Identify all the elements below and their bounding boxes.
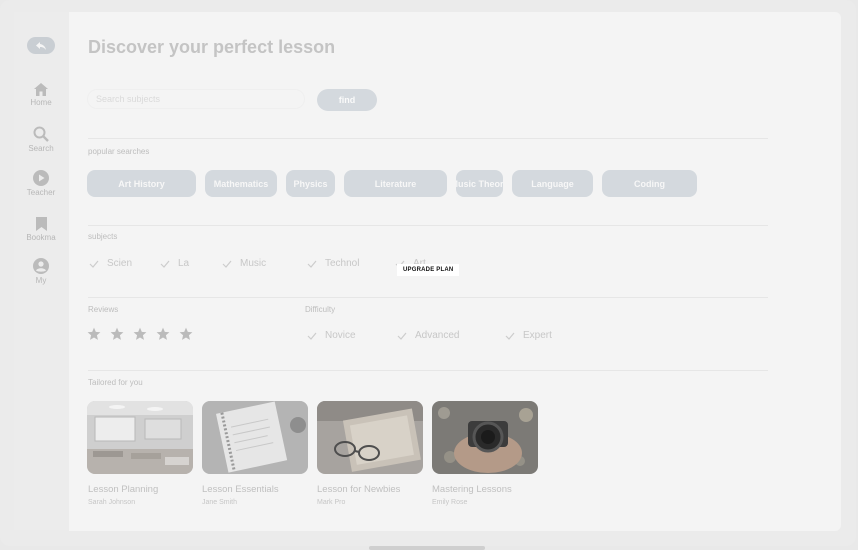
difficulty-option-label: Advanced — [415, 330, 460, 341]
card-author: Mark Pro — [317, 499, 346, 506]
back-button[interactable] — [27, 37, 55, 54]
lesson-card-image[interactable] — [87, 401, 193, 474]
bookmark-icon — [35, 217, 47, 231]
nav-label-bookmarks: Bookma — [26, 233, 56, 242]
chip-coding[interactable]: Coding — [602, 170, 697, 197]
star-icon[interactable] — [179, 327, 193, 341]
check-icon — [307, 260, 317, 268]
nav-label-home: Home — [30, 98, 52, 107]
card-author: Emily Rose — [432, 499, 468, 506]
lesson-card-image[interactable] — [432, 401, 538, 474]
subject-label: Scien — [107, 258, 133, 269]
upgrade-plan-tooltip[interactable]: UPGRADE PLAN — [397, 264, 460, 276]
check-icon — [397, 332, 407, 340]
difficulty-option-label: Expert — [523, 330, 552, 341]
divider — [88, 370, 768, 371]
find-button[interactable]: find — [317, 89, 377, 111]
search-icon — [33, 126, 49, 142]
divider — [88, 297, 768, 298]
check-icon — [222, 260, 232, 268]
check-icon — [307, 332, 317, 340]
nav-label-search: Search — [28, 144, 54, 153]
subjects-label: subjects — [88, 232, 118, 241]
classroom-image — [87, 401, 193, 474]
chip-mathematics[interactable]: Mathematics — [205, 170, 277, 197]
difficulty-option-label: Novice — [325, 330, 356, 341]
chip-physics[interactable]: Physics — [286, 170, 335, 197]
nav-item-teacher[interactable]: Teacher — [22, 170, 60, 197]
notebook-image — [202, 401, 308, 474]
star-icon[interactable] — [87, 327, 101, 341]
check-icon — [89, 260, 99, 268]
reply-icon — [36, 41, 46, 50]
subject-label: La — [178, 258, 190, 269]
difficulty-checkbox-novice[interactable]: Novice — [307, 330, 356, 341]
tailored-label: Tailored for you — [88, 378, 143, 387]
star-icon[interactable] — [156, 327, 170, 341]
play-circle-icon — [33, 170, 49, 186]
popular-searches-label: popular searches — [88, 147, 150, 156]
subject-checkbox-music[interactable]: Music — [222, 258, 266, 269]
nav-item-bookmarks[interactable]: Bookma — [22, 217, 60, 242]
star-icon[interactable] — [133, 327, 147, 341]
card-author: Jane Smith — [202, 499, 238, 506]
chip-music-theory[interactable]: Music Theory — [456, 170, 503, 197]
nav-item-my[interactable]: My — [22, 258, 60, 285]
glasses-image — [317, 401, 423, 474]
nav-item-home[interactable]: Home — [22, 83, 60, 107]
divider — [88, 138, 768, 139]
camera-image — [432, 401, 538, 474]
lesson-card-image[interactable] — [317, 401, 423, 474]
lesson-card-image[interactable] — [202, 401, 308, 474]
star-icon[interactable] — [110, 327, 124, 341]
search-input[interactable] — [87, 89, 305, 109]
chip-literature[interactable]: Literature — [344, 170, 447, 197]
chip-language[interactable]: Language — [512, 170, 593, 197]
check-icon — [160, 260, 170, 268]
reviews-label: Reviews — [88, 305, 119, 314]
subject-label: Music — [240, 258, 267, 269]
check-icon — [505, 332, 515, 340]
card-title[interactable]: Mastering Lessons — [432, 484, 512, 495]
subject-checkbox-la[interactable]: La — [160, 258, 189, 269]
card-author: Sarah Johnson — [88, 499, 136, 506]
difficulty-label: Difficulty — [305, 305, 336, 314]
nav-label-my: My — [35, 276, 47, 285]
home-indicator — [369, 546, 485, 550]
nav-label-teacher: Teacher — [26, 188, 56, 197]
difficulty-checkbox-expert[interactable]: Expert — [505, 330, 552, 341]
card-title[interactable]: Lesson Essentials — [202, 484, 279, 495]
account-circle-icon — [33, 258, 49, 274]
divider — [88, 225, 768, 226]
subject-checkbox-technology[interactable]: Technol — [307, 258, 359, 269]
difficulty-checkbox-advanced[interactable]: Advanced — [397, 330, 459, 341]
subject-checkbox-science[interactable]: Scien — [89, 258, 132, 269]
home-icon — [34, 83, 48, 96]
subject-label: Technol — [325, 258, 360, 269]
page-title: Discover your perfect lesson — [88, 37, 336, 57]
card-title[interactable]: Lesson Planning — [88, 484, 158, 495]
chip-art-history[interactable]: Art History — [87, 170, 196, 197]
nav-item-search[interactable]: Search — [22, 126, 60, 153]
card-title[interactable]: Lesson for Newbies — [317, 484, 400, 495]
